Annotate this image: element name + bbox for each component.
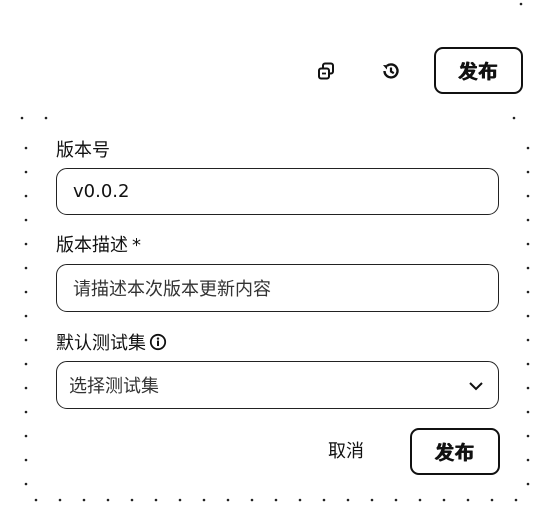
- testset-label: 默认测试集: [56, 329, 167, 355]
- publish-button[interactable]: 发布: [410, 428, 500, 475]
- description-placeholder: 请描述本次版本更新内容: [73, 279, 271, 300]
- cancel-button[interactable]: 取消: [328, 437, 364, 463]
- description-field[interactable]: 请描述本次版本更新内容: [56, 264, 499, 312]
- description-label: 版本描述 *: [56, 235, 141, 256]
- publish-label: 发布: [434, 442, 475, 464]
- history-icon[interactable]: [377, 57, 405, 85]
- info-icon[interactable]: [149, 333, 167, 351]
- version-value: v0.0.2: [73, 181, 130, 202]
- header-publish-button[interactable]: 发布: [434, 47, 523, 94]
- toolbar: 发布: [0, 0, 537, 100]
- header-publish-label: 发布: [458, 61, 499, 83]
- chevron-down-icon: [468, 375, 484, 396]
- version-label: 版本号: [56, 140, 110, 161]
- copy-icon[interactable]: [312, 57, 340, 85]
- version-field[interactable]: v0.0.2: [56, 168, 499, 215]
- required-mark: *: [132, 235, 141, 256]
- testset-select[interactable]: 选择测试集: [56, 361, 499, 409]
- cancel-label: 取消: [328, 441, 364, 462]
- testset-placeholder: 选择测试集: [69, 376, 159, 397]
